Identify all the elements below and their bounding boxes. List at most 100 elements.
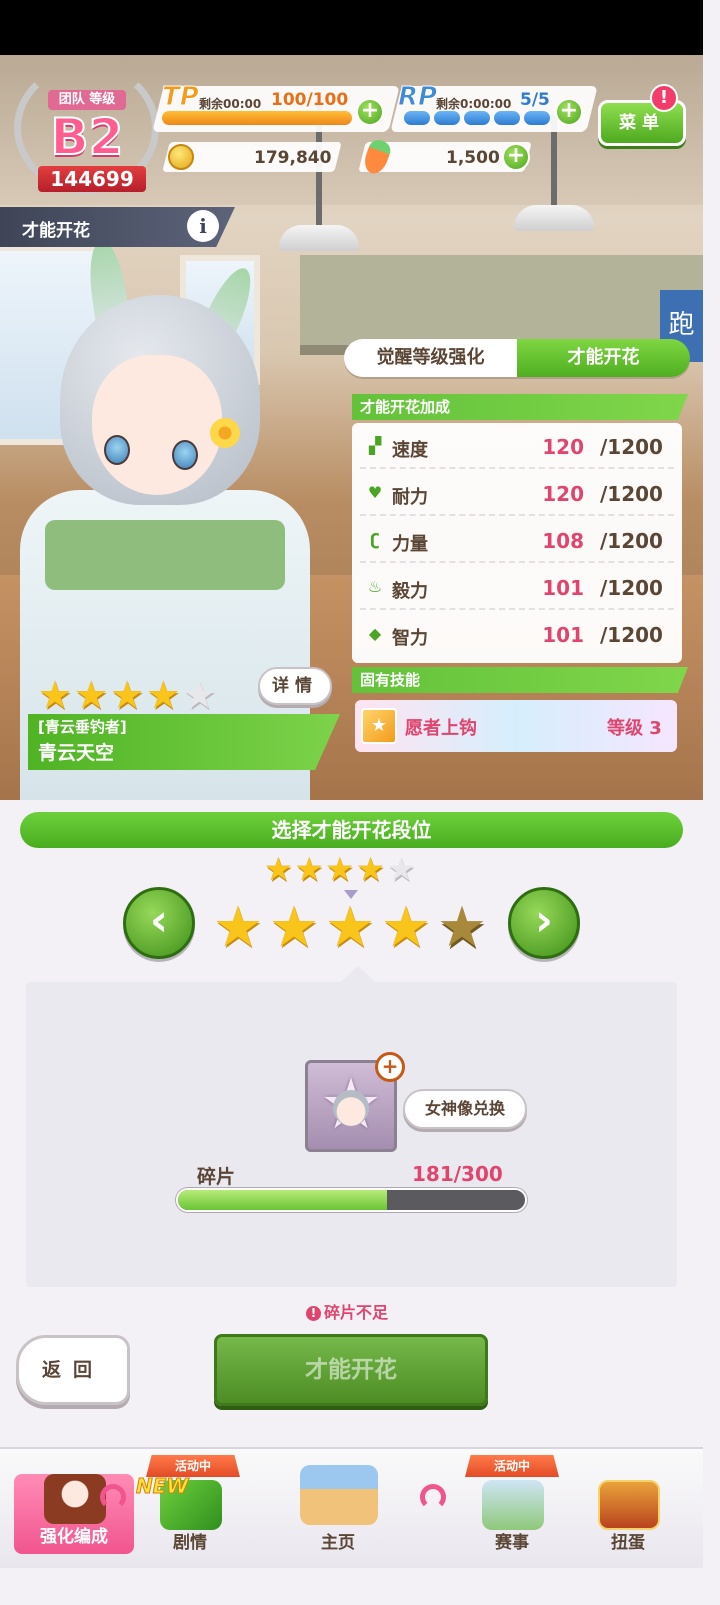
stat-value: 120 xyxy=(542,435,584,459)
star-icon: ★ xyxy=(356,850,385,888)
nav-label: 主页 xyxy=(321,1533,355,1553)
unique-skill-section-label: 固有技能 xyxy=(352,667,688,693)
tp-add-button[interactable]: + xyxy=(356,98,384,126)
shard-count: 181/300 xyxy=(412,1162,503,1186)
star-icon: ★ xyxy=(294,850,324,888)
stat-max: /1200 xyxy=(600,482,663,506)
skill-name: 愿者上钩 xyxy=(405,718,477,739)
star-icon: ★ xyxy=(110,673,145,717)
shard-progress-fill xyxy=(178,1190,388,1210)
next-arrow-button[interactable]: › xyxy=(508,887,580,959)
rp-label: RP xyxy=(397,82,438,113)
current-stars: ★ ★ ★ ★ ★ xyxy=(264,852,415,886)
stat-value: 101 xyxy=(542,623,584,647)
star-icon: ★ xyxy=(325,850,355,888)
info-icon[interactable]: i xyxy=(187,210,219,242)
nav-label: 赛事 xyxy=(495,1533,529,1553)
nav-label: 剧情 xyxy=(173,1533,207,1553)
graduation-cap-icon: ◆ xyxy=(368,624,382,643)
coin-icon xyxy=(168,144,194,170)
rp-remaining: 剩余0:00:00 xyxy=(436,97,512,111)
stat-row-wisdom: ◆ 智力 101 /1200 xyxy=(360,613,674,657)
warning-text: 碎片不足 xyxy=(324,1303,389,1322)
flower-hairpin-icon xyxy=(210,418,240,448)
team-rank-badge[interactable]: 团队 等级 B2 144699 xyxy=(14,62,159,194)
shard-label: 碎片 xyxy=(197,1166,236,1188)
nav-label: 扭蛋 xyxy=(611,1533,645,1553)
new-badge: NEW xyxy=(135,1474,189,1499)
star-icon: ★ xyxy=(264,850,293,888)
stat-value: 101 xyxy=(542,576,584,600)
racecourse-icon xyxy=(482,1480,544,1530)
page-title: 才能开花 xyxy=(22,221,90,241)
character-name: 青云天空 xyxy=(38,742,115,764)
shard-progress-bar xyxy=(176,1188,527,1212)
menu-alert-badge: ! xyxy=(650,84,678,112)
star-empty-icon: ★ xyxy=(386,850,416,888)
stat-row-power: ʗ 力量 108 /1200 xyxy=(360,519,674,563)
character-chibi-icon xyxy=(44,1474,106,1524)
detail-button[interactable]: 详情 xyxy=(258,667,332,705)
stat-name: 智力 xyxy=(392,628,428,649)
stat-name: 力量 xyxy=(392,534,428,555)
skill-icon: ★ xyxy=(361,708,397,744)
bloom-section-header: 选择才能开花段位 xyxy=(20,812,683,848)
tab-talent-bloom[interactable]: 才能开花 xyxy=(517,339,690,377)
statue-exchange-button[interactable]: 女神像兑换 xyxy=(403,1089,527,1129)
character-title: [青云垂钓者] xyxy=(38,718,127,736)
school-building-icon xyxy=(300,1465,378,1525)
bonus-stats-panel: ▞ 速度 120 /1200 ♥ 耐力 120 /1200 ʗ 力量 108 /… xyxy=(352,423,682,663)
stat-row-guts: ♨ 毅力 101 /1200 xyxy=(360,566,674,610)
team-score: 144699 xyxy=(38,166,146,192)
alert-icon: ! xyxy=(306,1306,321,1321)
tp-value: 100/100 xyxy=(271,90,349,110)
stat-max: /1200 xyxy=(600,576,663,600)
horseshoe-icon xyxy=(420,1484,446,1510)
card-notch xyxy=(340,966,376,983)
horseshoe-icon xyxy=(100,1484,126,1510)
star-icon: ★ xyxy=(74,673,109,717)
tp-remaining: 剩余00:00 xyxy=(199,97,262,111)
stat-row-stamina: ♥ 耐力 120 /1200 xyxy=(360,472,674,516)
tab-bar: 觉醒等级强化 才能开花 xyxy=(344,339,690,377)
rp-add-button[interactable]: + xyxy=(555,98,583,126)
stat-value: 108 xyxy=(542,529,584,553)
star-icon: ★ xyxy=(268,895,320,960)
carrot-count: 1,500 xyxy=(446,148,500,168)
star-new-icon: ★ xyxy=(436,895,488,960)
gacha-door-icon xyxy=(598,1480,660,1530)
skill-level: 等级 3 xyxy=(607,718,662,739)
stat-row-speed: ▞ 速度 120 /1200 xyxy=(360,425,674,469)
status-bar xyxy=(0,0,703,55)
stat-value: 120 xyxy=(542,482,584,506)
carrot-add-button[interactable]: + xyxy=(502,143,530,171)
stat-max: /1200 xyxy=(600,529,663,553)
stat-max: /1200 xyxy=(600,623,663,647)
star-icon: ★ xyxy=(324,895,376,960)
stat-name: 速度 xyxy=(392,440,428,461)
star-empty-icon: ★ xyxy=(182,673,217,717)
back-button[interactable]: 返回 xyxy=(16,1335,130,1405)
rp-pips xyxy=(404,111,550,125)
star-icon: ★ xyxy=(380,895,432,960)
tp-label: TP xyxy=(162,82,200,113)
nav-label: 强化编成 xyxy=(40,1527,108,1547)
character-face-icon xyxy=(333,1090,369,1126)
shoe-icon: ▞ xyxy=(368,436,382,455)
character-rarity-stars: ★ ★ ★ ★ ★ xyxy=(38,675,216,715)
nav-gacha[interactable]: 扭蛋 xyxy=(568,1480,688,1555)
zoom-in-icon[interactable]: + xyxy=(375,1052,405,1082)
tp-bar xyxy=(162,111,352,125)
talent-bloom-button[interactable]: 才能开花 xyxy=(214,1334,488,1406)
heart-icon: ♥ xyxy=(367,483,383,502)
nav-race[interactable]: 赛事 xyxy=(452,1480,572,1555)
unique-skill-card[interactable]: ★ 愿者上钩 等级 3 xyxy=(355,700,677,752)
tab-awakening-level[interactable]: 觉醒等级强化 xyxy=(344,339,517,377)
nav-home[interactable]: 主页 xyxy=(278,1465,398,1553)
target-stars: ★ ★ ★ ★ ★ xyxy=(210,896,490,960)
stat-name: 毅力 xyxy=(392,581,428,602)
muscle-icon: ʗ xyxy=(370,530,380,549)
star-icon: ★ xyxy=(146,673,181,717)
prev-arrow-button[interactable]: ‹ xyxy=(123,887,195,959)
rp-value: 5/5 xyxy=(520,90,550,110)
